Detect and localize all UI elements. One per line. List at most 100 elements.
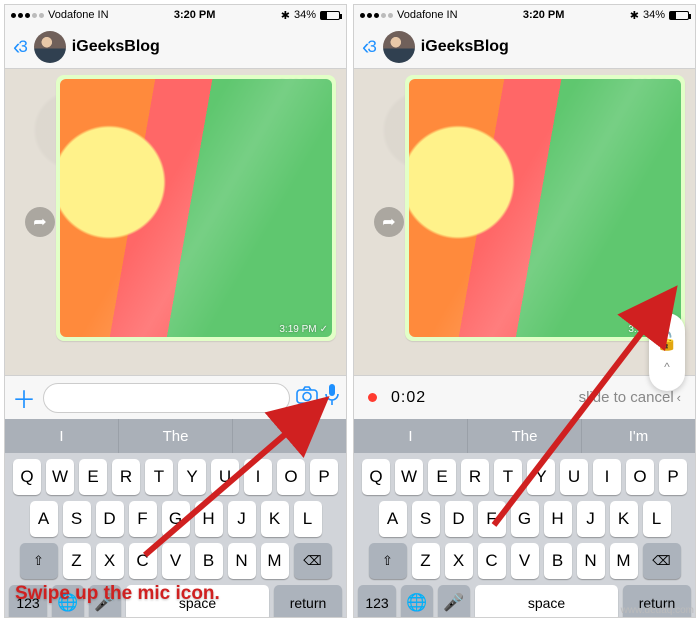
shift-key[interactable]: ⇧ xyxy=(20,543,58,579)
check-icon: ✓ xyxy=(320,324,328,335)
key-g[interactable]: G xyxy=(511,501,539,537)
key-j[interactable]: J xyxy=(577,501,605,537)
key-z[interactable]: Z xyxy=(412,543,440,579)
key-j[interactable]: J xyxy=(228,501,256,537)
key-d[interactable]: D xyxy=(445,501,473,537)
key-e[interactable]: E xyxy=(79,459,107,495)
key-u[interactable]: U xyxy=(560,459,588,495)
key-z[interactable]: Z xyxy=(63,543,91,579)
back-button[interactable]: ‹ 3 xyxy=(13,34,28,60)
key-row-2: ASDFGHJKL xyxy=(5,495,346,537)
key-h[interactable]: H xyxy=(544,501,572,537)
key-i[interactable]: I xyxy=(593,459,621,495)
space-key[interactable]: space xyxy=(475,585,618,618)
backspace-key[interactable]: ⌫ xyxy=(294,543,332,579)
chat-body[interactable]: ➦ 3:19 PM ✓ 3:19 PM ✓ 🔓 ^ xyxy=(354,69,695,375)
key-o[interactable]: O xyxy=(277,459,305,495)
battery-pct: 34% xyxy=(643,9,665,21)
forward-icon[interactable]: ➦ xyxy=(374,207,404,237)
attached-image[interactable] xyxy=(409,79,681,337)
suggestion[interactable]: I'm xyxy=(582,419,695,453)
key-t[interactable]: T xyxy=(145,459,173,495)
key-q[interactable]: Q xyxy=(362,459,390,495)
key-o[interactable]: O xyxy=(626,459,654,495)
key-x[interactable]: X xyxy=(96,543,124,579)
forward-icon[interactable]: ➦ xyxy=(25,207,55,237)
suggestion[interactable]: The xyxy=(468,419,582,453)
key-w[interactable]: W xyxy=(395,459,423,495)
message-bubble[interactable]: 3:19 PM ✓ 3:19 PM ✓ xyxy=(56,75,336,341)
clock: 3:20 PM xyxy=(523,9,565,21)
slide-to-cancel[interactable]: slide to cancel ‹ xyxy=(579,389,681,406)
return-key[interactable]: return xyxy=(274,585,342,618)
attach-button[interactable]: ＋ xyxy=(11,380,37,415)
camera-button[interactable] xyxy=(296,386,318,410)
globe-key[interactable]: 🌐 xyxy=(401,585,433,618)
key-s[interactable]: S xyxy=(412,501,440,537)
battery-pct: 34% xyxy=(294,9,316,21)
key-n[interactable]: N xyxy=(228,543,256,579)
dictation-key[interactable]: 🎤 xyxy=(438,585,470,618)
key-l[interactable]: L xyxy=(294,501,322,537)
key-c[interactable]: C xyxy=(478,543,506,579)
key-s[interactable]: S xyxy=(63,501,91,537)
keyboard[interactable]: I The I'm QWERTYUIOP ASDFGHJKL ⇧ ZXCVBNM… xyxy=(354,419,695,618)
key-a[interactable]: A xyxy=(30,501,58,537)
slide-label: slide to cancel xyxy=(579,389,674,406)
bluetooth-icon: ✱ xyxy=(630,9,639,22)
chat-body[interactable]: ➦ 3:19 PM ✓ 3:19 PM ✓ xyxy=(5,69,346,375)
key-k[interactable]: K xyxy=(610,501,638,537)
avatar[interactable] xyxy=(34,31,66,63)
backspace-key[interactable]: ⌫ xyxy=(643,543,681,579)
key-f[interactable]: F xyxy=(129,501,157,537)
key-t[interactable]: T xyxy=(494,459,522,495)
key-i[interactable]: I xyxy=(244,459,272,495)
key-w[interactable]: W xyxy=(46,459,74,495)
avatar[interactable] xyxy=(383,31,415,63)
key-y[interactable]: Y xyxy=(178,459,206,495)
key-v[interactable]: V xyxy=(162,543,190,579)
chat-title[interactable]: iGeeksBlog xyxy=(421,38,509,56)
key-l[interactable]: L xyxy=(643,501,671,537)
mic-button[interactable] xyxy=(324,383,340,413)
chat-title[interactable]: iGeeksBlog xyxy=(72,38,160,56)
key-u[interactable]: U xyxy=(211,459,239,495)
chat-header: ‹ 3 iGeeksBlog xyxy=(354,25,695,69)
key-m[interactable]: M xyxy=(261,543,289,579)
key-p[interactable]: P xyxy=(659,459,687,495)
key-d[interactable]: D xyxy=(96,501,124,537)
key-e[interactable]: E xyxy=(428,459,456,495)
voice-lock-pill[interactable]: 🔓 ^ xyxy=(649,313,685,391)
attached-image[interactable] xyxy=(60,79,332,337)
key-b[interactable]: B xyxy=(544,543,572,579)
key-f[interactable]: F xyxy=(478,501,506,537)
back-button[interactable]: ‹ 3 xyxy=(362,34,377,60)
key-g[interactable]: G xyxy=(162,501,190,537)
key-c[interactable]: C xyxy=(129,543,157,579)
key-k[interactable]: K xyxy=(261,501,289,537)
back-count: 3 xyxy=(18,37,27,57)
shift-key[interactable]: ⇧ xyxy=(369,543,407,579)
suggestion[interactable]: I xyxy=(5,419,119,453)
lock-icon: 🔓 xyxy=(656,331,678,352)
message-bubble[interactable]: 3:19 PM ✓ 3:19 PM ✓ xyxy=(405,75,685,341)
key-y[interactable]: Y xyxy=(527,459,555,495)
key-n[interactable]: N xyxy=(577,543,605,579)
key-m[interactable]: M xyxy=(610,543,638,579)
key-h[interactable]: H xyxy=(195,501,223,537)
key-v[interactable]: V xyxy=(511,543,539,579)
suggestion[interactable]: I xyxy=(354,419,468,453)
message-input[interactable] xyxy=(43,383,290,413)
phone-right: Vodafone IN 3:20 PM ✱ 34% ‹ 3 iGeeksBlog… xyxy=(353,4,696,618)
key-x[interactable]: X xyxy=(445,543,473,579)
key-q[interactable]: Q xyxy=(13,459,41,495)
numbers-key[interactable]: 123 xyxy=(358,585,396,618)
key-a[interactable]: A xyxy=(379,501,407,537)
suggestion[interactable] xyxy=(233,419,346,453)
suggestion[interactable]: The xyxy=(119,419,233,453)
key-b[interactable]: B xyxy=(195,543,223,579)
key-r[interactable]: R xyxy=(461,459,489,495)
key-r[interactable]: R xyxy=(112,459,140,495)
key-p[interactable]: P xyxy=(310,459,338,495)
mic-icon xyxy=(324,383,340,407)
